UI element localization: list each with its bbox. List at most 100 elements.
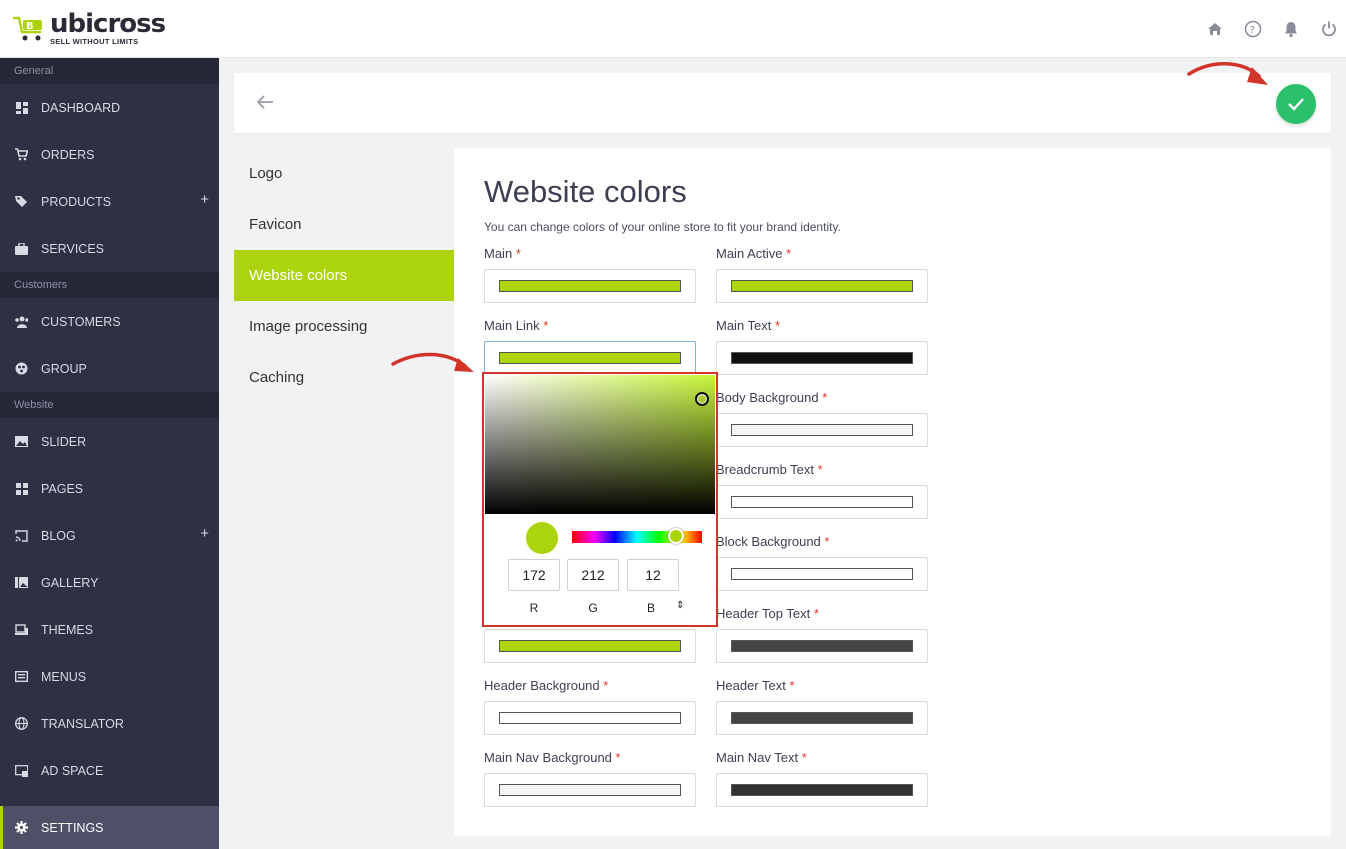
cast-icon: [15, 529, 28, 542]
svg-text:?: ?: [1250, 25, 1255, 36]
field-label-text: Main Nav Text: [716, 750, 799, 765]
brand-name: ubicross: [50, 9, 166, 39]
settings-tab-logo[interactable]: Logo: [234, 148, 454, 199]
sidebar-item-group[interactable]: GROUP: [0, 345, 219, 392]
sidebar-item-ad-space[interactable]: AD SPACE: [0, 747, 219, 794]
sidebar-item-label: CUSTOMERS: [41, 314, 121, 329]
required-mark: *: [822, 390, 828, 405]
color-input[interactable]: [716, 773, 928, 807]
color-input[interactable]: [716, 557, 928, 591]
color-input[interactable]: [484, 629, 696, 663]
sidebar-item-translator[interactable]: TRANSLATOR: [0, 700, 219, 747]
sidebar-item-services[interactable]: SERVICES: [0, 225, 219, 272]
help-icon[interactable]: ?: [1244, 20, 1262, 38]
sidebar-item-orders[interactable]: ORDERS: [0, 131, 219, 178]
sidebar-item-label: MENUS: [41, 669, 87, 684]
color-input[interactable]: [716, 341, 928, 375]
color-input[interactable]: [716, 701, 928, 735]
brand-logo[interactable]: B ubicross SELL WITHOUT LIMITS: [12, 9, 166, 46]
required-mark: *: [801, 750, 807, 765]
sidebar-item-gallery[interactable]: GALLERY: [0, 559, 219, 606]
field-label-text: Header Top Text: [716, 606, 811, 621]
color-input[interactable]: [716, 629, 928, 663]
home-icon[interactable]: [1206, 20, 1224, 38]
color-input[interactable]: [484, 341, 696, 375]
pages-icon: [15, 482, 28, 495]
color-field: Main Nav Text *: [716, 751, 928, 807]
expand-icon[interactable]: +: [200, 191, 209, 208]
sidebar-item-settings[interactable]: SETTINGS: [0, 806, 219, 849]
sidebar-item-label: SLIDER: [41, 434, 87, 449]
check-icon: [1288, 98, 1304, 111]
sidebar-item-label: DASHBOARD: [41, 100, 121, 115]
required-mark: *: [824, 534, 830, 549]
green-input[interactable]: 212: [567, 559, 619, 591]
sidebar-item-blog[interactable]: BLOG +: [0, 512, 219, 559]
sidebar-item-themes[interactable]: THEMES: [0, 606, 219, 653]
color-input[interactable]: [484, 269, 696, 303]
sidebar-item-label: PAGES: [41, 481, 84, 496]
color-field: Main Link *: [484, 319, 696, 375]
field-label-text: Main Link: [484, 318, 540, 333]
sidebar-item-pages[interactable]: PAGES: [0, 465, 219, 512]
sidebar-item-customers[interactable]: CUSTOMERS: [0, 298, 219, 345]
globe-icon: [15, 717, 28, 730]
hue-slider-handle[interactable]: [668, 528, 684, 544]
required-mark: *: [615, 750, 621, 765]
sidebar-item-dashboard[interactable]: DASHBOARD: [0, 84, 219, 131]
hue-slider[interactable]: [572, 528, 702, 544]
sidebar-item-label: PRODUCTS: [41, 194, 112, 209]
sidebar-item-slider[interactable]: SLIDER: [0, 418, 219, 465]
blue-input[interactable]: 12: [627, 559, 679, 591]
field-label-text: Main Nav Background: [484, 750, 612, 765]
page-title: Website colors: [484, 174, 687, 209]
color-input[interactable]: [716, 413, 928, 447]
red-input[interactable]: 172: [508, 559, 560, 591]
gallery-icon: [15, 576, 28, 589]
color-input[interactable]: [716, 485, 928, 519]
saturation-cursor[interactable]: [695, 392, 709, 406]
sidebar-item-products[interactable]: PRODUCTS +: [0, 178, 219, 225]
required-mark: *: [543, 318, 549, 333]
sidebar-item-label: GALLERY: [41, 575, 99, 590]
color-swatch: [499, 280, 681, 292]
gear-icon: [15, 821, 28, 834]
top-bar: B ubicross SELL WITHOUT LIMITS ?: [0, 0, 1346, 58]
expand-icon[interactable]: +: [200, 525, 209, 542]
save-button[interactable]: [1276, 84, 1316, 124]
color-swatch: [731, 784, 913, 796]
sidebar-item-label: ORDERS: [41, 147, 95, 162]
power-icon[interactable]: [1320, 20, 1338, 38]
saturation-value-area[interactable]: [485, 375, 715, 514]
field-label-text: Main: [484, 246, 513, 261]
settings-tab-website-colors[interactable]: Website colors: [234, 250, 454, 301]
color-swatch: [731, 640, 913, 652]
brand-tagline: SELL WITHOUT LIMITS: [50, 37, 139, 46]
field-label-text: Body Background: [716, 390, 819, 405]
color-swatch: [499, 712, 681, 724]
color-swatch: [731, 496, 913, 508]
menu-icon: [15, 670, 28, 683]
mode-toggle-icon[interactable]: ⇕: [676, 600, 684, 611]
color-picker-popup: 172 212 12 R G B ⇕: [482, 372, 718, 627]
annotation-arrow-picker: [391, 352, 474, 372]
color-input[interactable]: [484, 773, 696, 807]
red-label: R: [529, 601, 539, 615]
required-mark: *: [789, 678, 795, 693]
settings-tab-image-processing[interactable]: Image processing: [234, 301, 454, 352]
settings-menu: Logo Favicon Website colors Image proces…: [234, 148, 454, 836]
bell-icon[interactable]: [1282, 20, 1300, 38]
color-input[interactable]: [716, 269, 928, 303]
settings-tab-favicon[interactable]: Favicon: [234, 199, 454, 250]
color-swatch: [731, 424, 913, 436]
field-label-text: Main Active: [716, 246, 783, 261]
color-field: Main Active *: [716, 247, 928, 303]
green-label: G: [588, 601, 598, 615]
devices-icon: [15, 623, 28, 636]
color-swatch: [499, 784, 681, 796]
required-mark: *: [786, 246, 792, 261]
color-input[interactable]: [484, 701, 696, 735]
back-arrow-icon[interactable]: [254, 91, 276, 113]
color-field-label: Header Text *: [716, 679, 928, 693]
sidebar-item-menus[interactable]: MENUS: [0, 653, 219, 700]
